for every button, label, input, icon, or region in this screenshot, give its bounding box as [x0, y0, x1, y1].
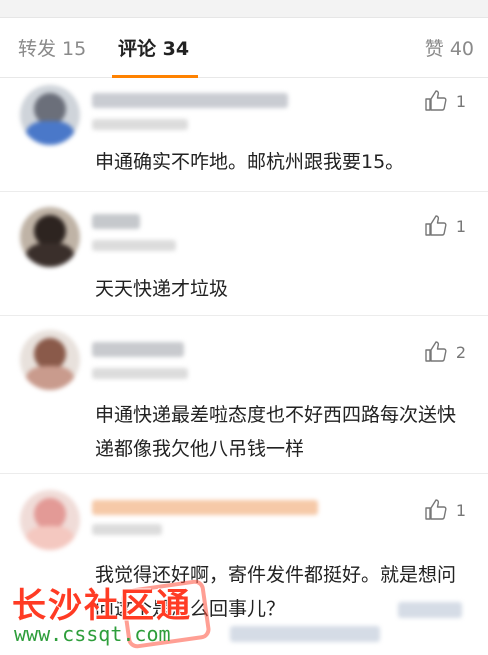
username-redacted[interactable]: [92, 500, 318, 515]
comment-text: 天天快递才垃圾: [95, 278, 229, 300]
like-button[interactable]: 1: [424, 214, 466, 238]
like-button[interactable]: 2: [424, 340, 466, 364]
comment-item: 2 申通快递最差啦态度也不好西四路每次送快递都像我欠他八吊钱一样: [0, 316, 488, 474]
tab-like[interactable]: 赞 40: [425, 34, 474, 61]
like-button[interactable]: 1: [424, 498, 466, 522]
tab-repost[interactable]: 转发 15: [18, 34, 86, 61]
thumbs-up-icon: [425, 341, 447, 362]
status-strip: [0, 0, 488, 18]
comment-item: 1 天天快递才垃圾: [0, 192, 488, 316]
like-count: 1: [455, 216, 466, 236]
thumbs-up-icon: [425, 499, 447, 520]
comment-item: 1 申通确实不咋地。邮杭州跟我要15。: [0, 79, 488, 192]
timestamp-redacted: [92, 368, 188, 379]
timestamp-redacted: [92, 119, 188, 130]
username-redacted[interactable]: [92, 342, 184, 357]
timestamp-redacted: [92, 240, 176, 251]
avatar[interactable]: [20, 207, 80, 267]
tab-comment[interactable]: 评论 34: [118, 34, 189, 61]
like-count: 1: [455, 91, 466, 111]
avatar[interactable]: [20, 330, 80, 390]
avatar[interactable]: [20, 85, 80, 145]
thumbs-up-icon: [425, 215, 447, 236]
username-redacted[interactable]: [92, 93, 288, 108]
thumbs-up-icon: [425, 90, 447, 111]
active-tab-indicator: [112, 75, 198, 78]
comment-text: 申通确实不咋地。邮杭州跟我要15。: [95, 151, 405, 173]
like-count: 2: [455, 342, 466, 362]
comment-text: 申通快递最差啦态度也不好西四路每次送快递都像我欠他八吊钱一样: [95, 404, 457, 460]
comment-tabs: 转发 15 评论 34 赞 40: [0, 18, 488, 78]
mention-link-redacted[interactable]: [230, 626, 380, 642]
timestamp-redacted: [92, 524, 162, 535]
mention-link-redacted[interactable]: [398, 602, 462, 618]
username-redacted[interactable]: [92, 214, 140, 229]
like-button[interactable]: 1: [424, 89, 466, 113]
avatar[interactable]: [20, 490, 80, 550]
like-count: 1: [455, 500, 466, 520]
